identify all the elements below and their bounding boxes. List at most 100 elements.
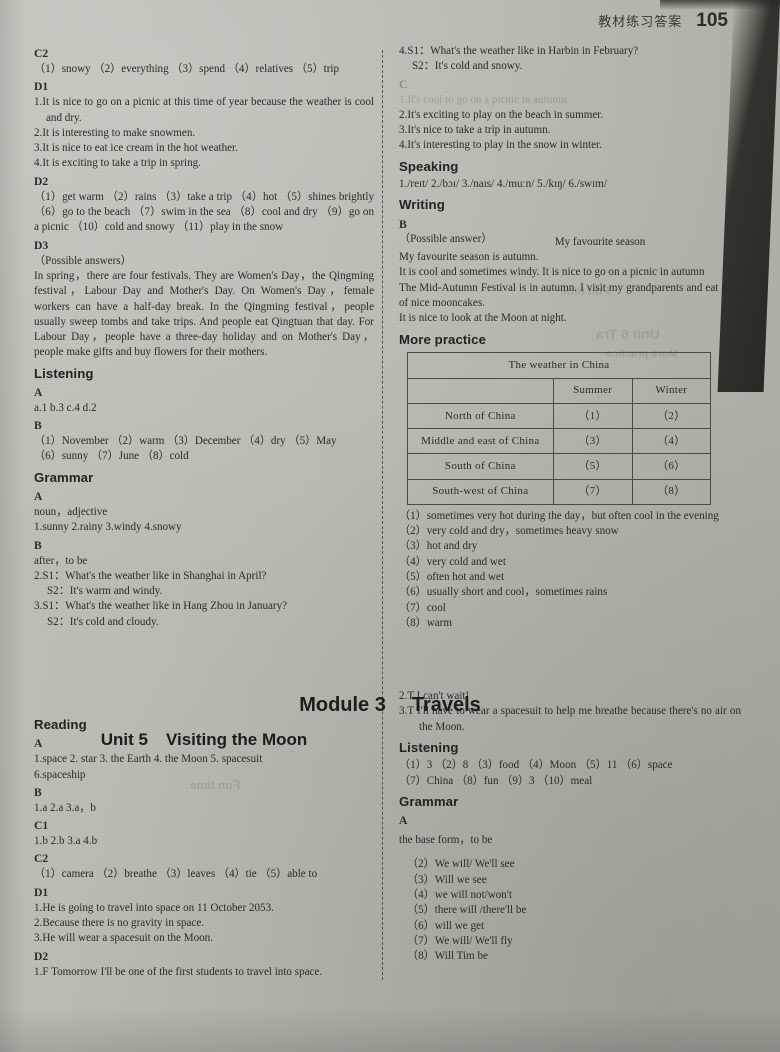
- unit5-grammar-a-item-4: （4）we will not/won't: [407, 888, 512, 901]
- answer-key-page: Unit 6 Tra More practice Fun time Fun ti…: [0, 0, 780, 1052]
- heading-grammar-unit5: Grammar: [399, 793, 459, 809]
- listening-b-answers-line2: （6）sunny （7）June （8）cold: [34, 450, 189, 463]
- table-row: Middle and east of China （3） （4）: [407, 428, 712, 455]
- table-cell-region: South of China: [407, 453, 554, 480]
- grammar-b-question-3: 3.S1：What's the weather like in Hang Zho…: [34, 600, 288, 613]
- writing-line-1: My favourite season is autumn.: [399, 251, 539, 264]
- more-practice-answer-1: （1）sometimes very hot during the day，but…: [399, 509, 719, 522]
- d2-answers: （1）get warm （2）rains （3）take a trip （4）h…: [34, 190, 374, 234]
- label-writing-b: B: [399, 217, 407, 231]
- more-practice-answer-6: （6）usually short and cool，sometimes rain…: [399, 586, 608, 599]
- label-unit5-grammar-a: A: [399, 814, 408, 828]
- table-cell-winter: （6）: [631, 453, 712, 480]
- label-d1: D1: [34, 80, 49, 94]
- table-cell-region: North of China: [407, 403, 554, 430]
- unit5-grammar-a-line: the base form，to be: [399, 834, 493, 847]
- label-listening-b: B: [34, 419, 42, 433]
- grammar-b-answer-3: S2：It's cold and cloudy.: [47, 615, 159, 628]
- grammar-b-question-4: 4.S1：What's the weather like in Harbin i…: [399, 45, 639, 57]
- heading-listening-unit4: Listening: [34, 365, 94, 381]
- module-banner-spacer: [34, 630, 374, 692]
- writing-line-4: It is nice to look at the Moon at night.: [399, 312, 567, 325]
- label-reading-d2: D2: [34, 949, 49, 963]
- page-number: 105: [696, 10, 728, 31]
- table-row-headers: Summer Winter: [407, 377, 712, 405]
- more-practice-answer-4: （4）very cold and wet: [399, 555, 506, 568]
- two-column-body: C2 （1）snowy （2）everything （3）spend （4）re…: [0, 44, 780, 1046]
- heading-writing: Writing: [399, 197, 445, 213]
- table-cell-summer: （7）: [552, 478, 633, 505]
- table-cell-region: Middle and east of China: [407, 428, 554, 455]
- more-practice-answer-3: （3）hot and dry: [399, 540, 478, 553]
- weather-in-china-table: The weather in China Summer Winter North…: [407, 351, 712, 505]
- c-item-1: 1.It's cool to go on a picnic in autumn.: [399, 93, 570, 106]
- module-banner: Module 3 Travels: [0, 694, 780, 717]
- more-practice-answer-2: （2）very cold and dry，sometimes heavy sno…: [399, 525, 619, 538]
- d1-item-1: 1.It is nice to go on a picnic at this t…: [34, 96, 374, 124]
- table-row: North of China （1） （2）: [407, 403, 712, 430]
- reading-a-answers-line1: 1.space 2. star 3. the Earth 4. the Moon…: [34, 753, 263, 766]
- label-grammar-a: A: [34, 489, 43, 503]
- more-practice-answer-7: （7）cool: [399, 601, 446, 614]
- writing-line-3: The Mid-Autumn Festival is in autumn. I …: [399, 281, 741, 309]
- module-banner-spacer-right: [399, 631, 741, 667]
- unit-banner: Unit 5 Visiting the Moon: [34, 730, 374, 750]
- grammar-b-answer-4: S2：It's cold and snowy.: [412, 60, 523, 73]
- column-divider: [382, 50, 383, 980]
- table-row: South-west of China （7） （8）: [407, 478, 712, 505]
- reading-b-answers: 1.a 2.a 3.a，b: [34, 801, 96, 814]
- grammar-b-answer-2: S2：It's warm and windy.: [47, 585, 163, 598]
- reading-d1-item-2: 2.Because there is no gravity in space.: [34, 916, 205, 929]
- table-cell-winter: （4）: [631, 428, 712, 455]
- d3-text: In spring，there are four festivals. They…: [34, 269, 374, 359]
- c-item-3: 3.It's nice to take a trip in autumn.: [399, 124, 551, 137]
- label-reading-c2: C2: [34, 852, 49, 866]
- table-cell-winter: （8）: [631, 478, 712, 505]
- unit5-listening-answers-line1: （1）3 （2）8 （3）food （4）Moon （5）11 （6）space: [399, 759, 673, 772]
- reading-c1-answers: 1.b 2.b 3.a 4.b: [34, 835, 98, 848]
- reading-a-answers-line2: 6.spaceship: [34, 768, 86, 781]
- d1-item-2: 2.It is interesting to make snowmen.: [34, 126, 196, 139]
- running-head-title: 教材练习答案: [598, 15, 683, 30]
- label-d2: D2: [34, 174, 49, 188]
- grammar-a-line2: 1.sunny 2.rainy 3.windy 4.snowy: [34, 521, 182, 534]
- listening-b-answers-line1: （1）November （2）warm （3）December （4）dry （…: [34, 435, 337, 448]
- unit5-grammar-a-item-6: （6）will we get: [407, 919, 485, 932]
- unit5-grammar-a-item-8: （8）Will Tim be: [407, 950, 488, 963]
- more-practice-answer-5: （5）often hot and wet: [399, 571, 505, 583]
- unit-banner-number: Unit 5: [100, 730, 148, 749]
- table-row: South of China （5） （6）: [407, 453, 712, 480]
- label-reading-b: B: [34, 785, 42, 799]
- table-row-title: The weather in China: [407, 351, 711, 379]
- unit5-grammar-a-item-7: （7）We will/ We'll fly: [407, 934, 513, 947]
- d3-note: （Possible answers）: [34, 254, 132, 267]
- label-speaking-c: C: [399, 77, 408, 91]
- speaking-answers: 1./reɪt/ 2./bɔɪ/ 3./naɪs/ 4./muːn/ 5./kɪ…: [399, 177, 607, 190]
- table-header-winter: Winter: [631, 377, 712, 405]
- unit5-grammar-a-item-5: （5）there will /there'll be: [407, 904, 527, 917]
- grammar-b-question-2: 2.S1：What's the weather like in Shanghai…: [34, 569, 267, 582]
- label-c2: C2: [34, 47, 49, 60]
- running-head: 教材练习答案 105: [598, 10, 728, 32]
- c2-answers: （1）snowy （2）everything （3）spend （4）relat…: [34, 62, 340, 75]
- heading-grammar-unit4: Grammar: [34, 469, 94, 485]
- module-banner-number: Module 3: [299, 694, 386, 716]
- writing-line-2: It is cool and sometimes windy. It is ni…: [399, 266, 705, 279]
- listening-a-answers: a.1 b.3 c.4 d.2: [34, 401, 97, 414]
- reading-d1-item-1: 1.He is going to travel into space on 11…: [34, 901, 274, 914]
- label-grammar-b: B: [34, 538, 42, 552]
- unit5-grammar-a-item-2: （2）We will/ We'll see: [407, 858, 515, 871]
- d1-item-4: 4.It is exciting to take a trip in sprin…: [34, 157, 201, 170]
- table-cell-summer: （1）: [552, 403, 633, 430]
- heading-speaking: Speaking: [399, 158, 459, 174]
- label-reading-c1: C1: [34, 819, 49, 833]
- heading-more-practice: More practice: [399, 331, 487, 347]
- table-title: The weather in China: [407, 351, 711, 379]
- table-cell-region: South-west of China: [407, 478, 554, 505]
- reading-c2-answers: （1）camera （2）breathe （3）leaves （4）tie （5…: [34, 868, 318, 881]
- reading-d2-item-1: 1.F Tomorrow I'll be one of the first st…: [34, 965, 323, 978]
- more-practice-answer-8: （8）warm: [399, 616, 452, 629]
- label-listening-a: A: [34, 385, 43, 399]
- grammar-b-line1: after，to be: [34, 554, 88, 567]
- left-column: C2 （1）snowy （2）everything （3）spend （4）re…: [34, 44, 374, 1046]
